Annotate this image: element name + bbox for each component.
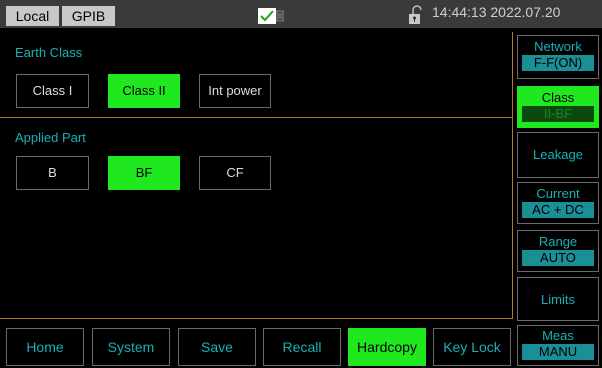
menu-network-value: F-F(ON)	[522, 55, 594, 71]
lock-icon	[409, 5, 422, 24]
usb-check-icon	[258, 8, 284, 24]
option-int-power[interactable]: Int power	[199, 74, 271, 108]
softkey-save[interactable]: Save	[178, 328, 256, 366]
softkey-hardcopy[interactable]: Hardcopy	[348, 328, 426, 366]
menu-meas-value: MANU	[522, 344, 594, 360]
menu-limits-label: Limits	[541, 292, 575, 307]
menu-class[interactable]: Class II-BF	[517, 86, 599, 128]
bottom-divider	[0, 318, 513, 319]
softkey-system[interactable]: System	[92, 328, 170, 366]
bottom-softkey-bar: Home System Save Recall Hardcopy Key Loc…	[0, 326, 602, 368]
main-panel: Earth Class Class I Class II Int power A…	[0, 32, 513, 318]
menu-class-label: Class	[541, 90, 575, 105]
menu-range-value: AUTO	[522, 250, 594, 266]
menu-network-label: Network	[534, 39, 582, 54]
menu-range-label: Range	[538, 234, 578, 249]
menu-leakage[interactable]: Leakage	[517, 132, 599, 178]
panel-border	[512, 32, 513, 318]
option-bf[interactable]: BF	[108, 156, 180, 190]
status-bar: Local GPIB 14:44:13 2022.07.20	[0, 0, 602, 28]
menu-range[interactable]: Range AUTO	[517, 230, 599, 272]
option-class-i[interactable]: Class I	[16, 74, 89, 108]
option-cf[interactable]: CF	[199, 156, 271, 190]
menu-limits[interactable]: Limits	[517, 277, 599, 321]
softkey-recall[interactable]: Recall	[263, 328, 341, 366]
menu-class-value: II-BF	[522, 106, 594, 122]
menu-current[interactable]: Current AC + DC	[517, 182, 599, 224]
option-class-ii[interactable]: Class II	[108, 74, 180, 108]
menu-leakage-label: Leakage	[533, 147, 583, 162]
menu-meas[interactable]: Meas MANU	[517, 325, 599, 366]
menu-meas-label: Meas	[542, 328, 574, 343]
softkey-key-lock[interactable]: Key Lock	[433, 328, 511, 366]
menu-network[interactable]: Network F-F(ON)	[517, 35, 599, 79]
mode-local-indicator: Local	[6, 6, 59, 26]
menu-current-label: Current	[536, 186, 580, 201]
softkey-home[interactable]: Home	[6, 328, 84, 366]
applied-part-title: Applied Part	[15, 130, 86, 145]
mode-gpib-indicator: GPIB	[62, 6, 115, 26]
option-b[interactable]: B	[16, 156, 89, 190]
clock-readout: 14:44:13 2022.07.20	[432, 4, 561, 20]
menu-current-value: AC + DC	[522, 202, 594, 218]
section-divider	[0, 117, 513, 118]
earth-class-title: Earth Class	[15, 45, 83, 60]
